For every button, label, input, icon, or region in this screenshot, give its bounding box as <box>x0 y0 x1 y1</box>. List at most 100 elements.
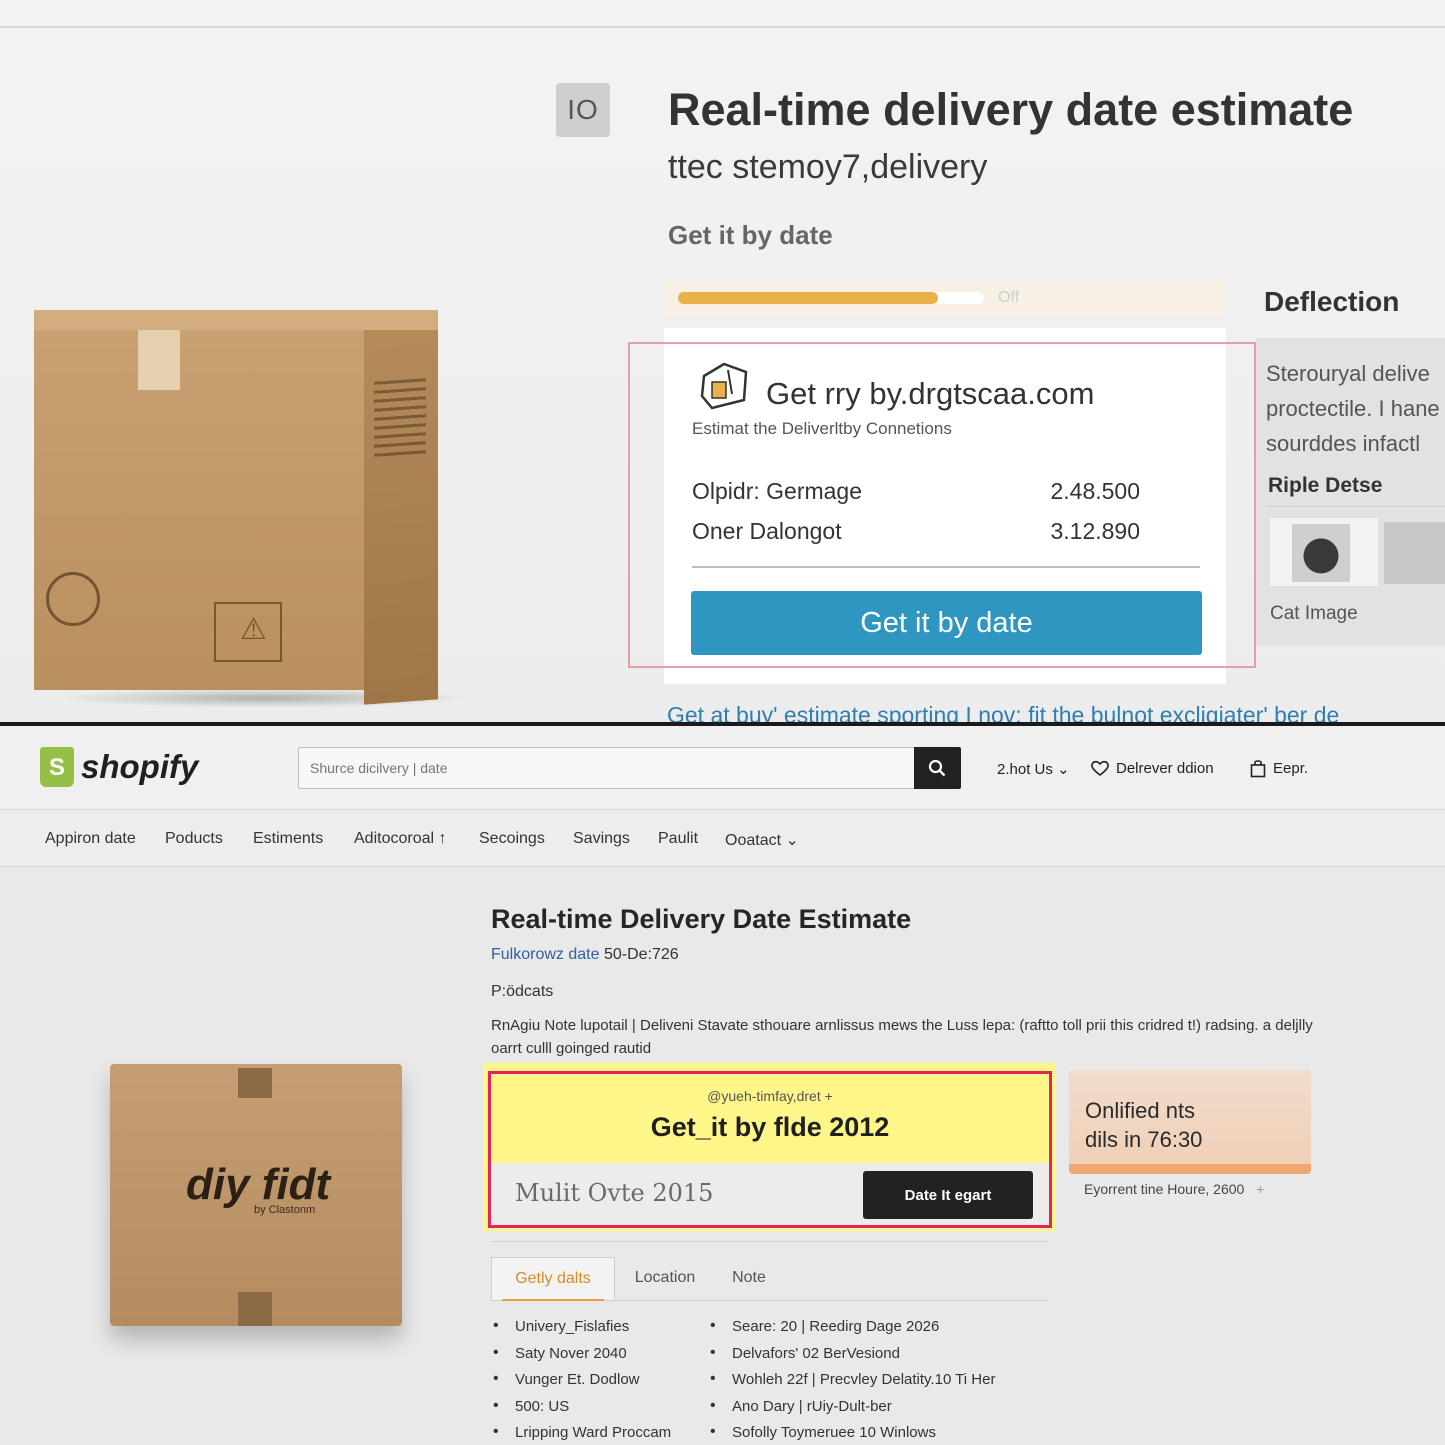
search-button[interactable] <box>914 747 961 789</box>
list-item: Vunger Et. Dodlow <box>491 1370 671 1398</box>
estimate-row-label: Oner Dalongot <box>692 518 842 544</box>
box-side-printing <box>374 378 426 462</box>
cardboard-box-image <box>34 310 474 710</box>
date-input[interactable]: Mulit Ovte 2015 <box>515 1179 713 1207</box>
cta-small-text: @yueh-timfay,dret + <box>707 1088 833 1104</box>
progress-label: Off <box>998 289 1020 306</box>
promo-text: Onlified nts dils in 76:30 <box>1085 1096 1202 1154</box>
list-item: Delvafors' 02 BerVesiond <box>708 1344 995 1372</box>
nav-item[interactable]: Savings <box>573 830 630 848</box>
list-item: Seare: 20 | Reedirg Dage 2026 <box>708 1317 995 1345</box>
tab-location[interactable]: Location <box>615 1257 715 1300</box>
header-wishlist-link[interactable]: Delrever ddion <box>1116 760 1214 777</box>
list-item: Lripping Ward Proccam <box>491 1423 671 1445</box>
get-by-label: Get it by date <box>668 220 833 250</box>
progress-fill <box>678 292 939 304</box>
list-item: Univery_Fislafies <box>491 1317 671 1345</box>
plus-icon[interactable]: + <box>1256 1181 1264 1197</box>
details-list-left: Univery_Fislafies Saty Nover 2040 Vunger… <box>491 1317 671 1445</box>
cart-icon[interactable] <box>1250 759 1266 778</box>
nav-item[interactable]: Secoings <box>479 830 545 848</box>
product-description: RnAgiu Note lupotail | Deliveni Stavate … <box>491 1017 1313 1057</box>
page-subtitle: ttec stemoy7,delivery <box>668 148 988 186</box>
delivery-progress: Off <box>664 280 1226 316</box>
list-item: 500: US <box>491 1397 671 1425</box>
nav-item[interactable]: Aditocoroal ↑ <box>354 830 447 848</box>
apple-image-thumbnail[interactable] <box>1270 518 1378 586</box>
shopify-bag-icon[interactable]: S <box>40 747 74 787</box>
product-meta-value: 50-De:726 <box>603 946 679 963</box>
store-page: S shopify 2.hot Us ⌄ Delrever ddion Eepr… <box>0 726 1445 1445</box>
product-tabs: Getly dalts Location Note <box>491 1257 1047 1301</box>
header-cart-link[interactable]: Eepr. <box>1273 760 1308 777</box>
box-brand-text: diy fidt <box>186 1160 331 1209</box>
product-meta: Fulkorowz date 50-De:726 <box>491 946 679 964</box>
image-thumbnail[interactable] <box>1384 522 1445 584</box>
deflection-text-line: proctectile. I hane <box>1266 396 1440 421</box>
list-item: Ano Dary | rUiy-Dult-ber <box>708 1397 995 1425</box>
promo-card: Onlified nts dils in 76:30 <box>1069 1070 1311 1174</box>
promo-bar <box>1069 1164 1311 1174</box>
nav-item[interactable]: Appiron date <box>45 830 136 848</box>
search-icon <box>928 759 946 777</box>
estimate-link[interactable]: Get at buy' estimate sporting I nov; fit… <box>667 702 1339 724</box>
nav-item[interactable]: Paulit <box>658 830 698 848</box>
package-delivery-icon <box>700 362 748 410</box>
promo-line: Onlified nts <box>1085 1098 1196 1123</box>
globe-icon <box>46 572 100 626</box>
header-contact-link[interactable]: 2.hot Us ⌄ <box>997 760 1070 778</box>
deflection-text-line: Sterouryal delive <box>1266 361 1430 386</box>
estimate-row-value: 2.48.500 <box>1050 478 1140 504</box>
box-tape <box>238 1292 272 1326</box>
image-caption: Cat Image <box>1270 603 1358 624</box>
tab-details[interactable]: Getly dalts <box>491 1257 615 1301</box>
store-header: S shopify 2.hot Us ⌄ Delrever ddion Eepr… <box>0 726 1445 810</box>
estimate-row-value: 3.12.890 <box>1050 518 1140 544</box>
warning-icon <box>214 602 282 662</box>
deflection-text: Sterouryal delive proctectile. I hane so… <box>1266 356 1445 461</box>
date-it-button[interactable]: Date It egart <box>863 1171 1033 1219</box>
get-it-by-date-button[interactable]: Get it by date <box>691 591 1202 655</box>
deflection-subheading: Riple Detse <box>1268 474 1383 497</box>
promo-note: Eyorrent tine Houre, 2600 + <box>1084 1181 1264 1197</box>
top-divider <box>0 26 1445 28</box>
estimate-row: Olpidr: Germage 2.48.500 <box>692 478 1140 505</box>
delivery-cta-box: @yueh-timfay,dret + Get_it by flde 2012 … <box>488 1071 1052 1228</box>
page-title: Real-time delivery date estimate <box>668 84 1354 135</box>
product-meta-link[interactable]: Fulkorowz date <box>491 946 600 963</box>
list-item: Saty Nover 2040 <box>491 1344 671 1372</box>
promo-note-text: Eyorrent tine Houre, 2600 <box>1084 1181 1245 1197</box>
product-label: P:ödcats <box>491 983 554 1000</box>
nav-item[interactable]: Poducts <box>165 830 223 848</box>
estimate-caption: Estimat the Deliverltby Connetions <box>692 419 952 438</box>
box-side <box>364 315 438 705</box>
deflection-title: Deflection <box>1264 286 1400 317</box>
top-showcase-panel: IO Real-time delivery date estimate ttec… <box>0 0 1445 724</box>
tabs-divider <box>491 1241 1047 1242</box>
estimate-heading: Get rry by.drgtscaa.com <box>766 376 1095 411</box>
nav-item[interactable]: Estiments <box>253 830 323 848</box>
tab-note[interactable]: Note <box>719 1257 779 1300</box>
heart-icon[interactable] <box>1090 759 1110 777</box>
main-nav: Appiron date Poducts Estiments Aditocoro… <box>0 810 1445 867</box>
box-front <box>34 324 364 690</box>
estimate-row: Oner Dalongot 3.12.890 <box>692 518 1140 545</box>
promo-line: dils in 76:30 <box>1085 1127 1203 1152</box>
deflection-text-line: sourddes infactl <box>1266 431 1421 456</box>
io-badge: IO <box>556 83 610 137</box>
box-tape <box>138 330 180 390</box>
product-image[interactable]: diy fidt by Clastonm <box>110 1064 402 1326</box>
box-tape <box>238 1068 272 1098</box>
shopify-logo-text[interactable]: shopify <box>81 748 198 786</box>
list-item: Wohleh 22f | Precvley Delatity.10 Ti Her <box>708 1370 995 1398</box>
details-list-right: Seare: 20 | Reedirg Dage 2026 Delvafors'… <box>708 1317 995 1445</box>
search-input[interactable] <box>298 747 916 789</box>
nav-item[interactable]: Ooatact ⌄ <box>725 830 799 850</box>
estimate-row-label: Olpidr: Germage <box>692 478 863 504</box>
list-item: Sofolly Toymeruee 10 Winlows <box>708 1423 995 1445</box>
progress-track <box>678 292 984 304</box>
product-title: Real-time Delivery Date Estimate <box>491 904 912 934</box>
deflection-divider <box>1266 506 1445 507</box>
box-lid <box>34 310 438 330</box>
cta-headline: Get_it by flde 2012 <box>650 1112 890 1142</box>
